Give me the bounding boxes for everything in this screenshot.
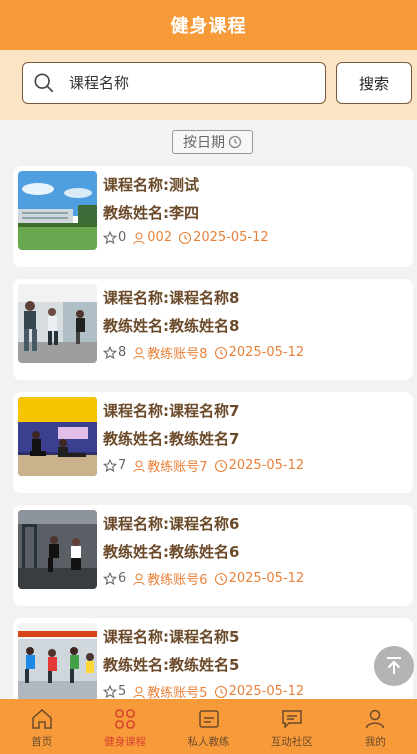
tab-courses[interactable]: 健身课程 <box>83 699 166 754</box>
course-meta: 0 002 2025-05-12 <box>103 230 269 245</box>
course-meta: 7 教练账号7 2025-05-12 <box>103 456 304 475</box>
coach-name: 教练姓名:教练姓名7 <box>103 430 240 448</box>
user-icon <box>366 709 385 729</box>
favorite-count: 7 <box>118 458 127 473</box>
course-card[interactable]: 课程名称:测试 教练姓名:李四 0 002 2025-05-12 <box>13 166 413 267</box>
user-icon <box>133 346 146 359</box>
course-thumbnail[interactable] <box>18 397 97 476</box>
coach-account: 教练账号8 <box>147 347 208 362</box>
favorite-count: 0 <box>118 230 127 245</box>
coach-name: 教练姓名:李四 <box>103 204 199 222</box>
bottom-tab-bar: 首页 健身课程 私人教练 互动社区 我的 <box>0 699 417 754</box>
user-icon <box>133 685 146 698</box>
star-icon <box>103 571 117 585</box>
clock-icon <box>214 459 227 472</box>
favorite-count: 5 <box>118 684 127 699</box>
course-date: 2025-05-12 <box>193 230 269 245</box>
coach-name: 教练姓名:教练姓名8 <box>103 317 240 335</box>
course-title: 课程名称:课程名称5 <box>103 628 240 646</box>
tab-label: 私人教练 <box>187 736 230 748</box>
back-to-top-button[interactable] <box>374 646 414 686</box>
course-date: 2025-05-12 <box>228 571 305 586</box>
coach-name: 教练姓名:教练姓名5 <box>103 656 240 674</box>
course-meta: 6 教练账号6 2025-05-12 <box>103 569 304 588</box>
course-date: 2025-05-12 <box>228 684 305 699</box>
clock-icon <box>228 135 242 149</box>
coach-account: 教练账号7 <box>147 460 208 475</box>
course-title: 课程名称:课程名称8 <box>103 289 240 307</box>
star-icon <box>103 684 117 698</box>
course-thumbnail[interactable] <box>18 171 97 250</box>
tab-label: 互动社区 <box>270 736 313 748</box>
coach-name: 教练姓名:教练姓名6 <box>103 543 240 561</box>
tab-label: 首页 <box>31 736 53 748</box>
coach-account: 002 <box>147 230 173 245</box>
course-title: 课程名称:课程名称6 <box>103 515 240 533</box>
course-card[interactable]: 课程名称:课程名称8 教练姓名:教练姓名8 8 教练账号8 2025-05-12 <box>13 279 413 380</box>
user-icon <box>133 572 146 585</box>
user-icon <box>133 459 146 472</box>
course-card[interactable]: 课程名称:课程名称6 教练姓名:教练姓名6 6 教练账号6 2025-05-12 <box>13 505 413 606</box>
search-input[interactable] <box>67 73 291 93</box>
course-date: 2025-05-12 <box>228 458 305 473</box>
sort-label: 按日期 <box>183 135 225 151</box>
page-title: 健身课程 <box>170 16 247 37</box>
clock-icon <box>214 685 227 698</box>
tab-community[interactable]: 互动社区 <box>250 699 333 754</box>
coach-account: 教练账号6 <box>147 573 208 588</box>
course-title: 课程名称:课程名称7 <box>103 402 240 420</box>
course-thumbnail[interactable] <box>18 284 97 363</box>
course-card[interactable]: 课程名称:课程名称7 教练姓名:教练姓名7 7 教练账号7 2025-05-12 <box>13 392 413 493</box>
sort-by-date-button[interactable]: 按日期 <box>172 130 253 154</box>
star-icon <box>103 230 117 244</box>
star-icon <box>103 458 117 472</box>
favorite-count: 6 <box>118 571 127 586</box>
search-field[interactable] <box>22 62 326 104</box>
favorite-count: 8 <box>118 345 127 360</box>
course-meta: 8 教练账号8 2025-05-12 <box>103 343 304 362</box>
clock-icon <box>179 231 192 244</box>
page-header: 健身课程 <box>0 0 417 50</box>
course-thumbnail[interactable] <box>18 623 97 702</box>
community-icon <box>282 710 302 729</box>
tab-trainers[interactable]: 私人教练 <box>167 699 250 754</box>
search-bar: 搜索 <box>0 50 417 120</box>
clock-icon <box>214 346 227 359</box>
course-thumbnail[interactable] <box>18 510 97 589</box>
home-icon <box>31 708 52 729</box>
course-date: 2025-05-12 <box>228 345 305 360</box>
trainer-icon <box>198 710 219 728</box>
user-icon <box>133 231 146 244</box>
tab-label: 健身课程 <box>104 736 147 748</box>
arrow-up-icon <box>387 657 401 674</box>
course-title: 课程名称:测试 <box>103 176 199 194</box>
tab-home[interactable]: 首页 <box>0 699 83 754</box>
search-button[interactable]: 搜索 <box>336 62 412 104</box>
course-icon <box>115 709 135 729</box>
tab-label: 我的 <box>364 736 386 748</box>
tab-profile[interactable]: 我的 <box>334 699 417 754</box>
search-icon <box>34 73 54 93</box>
star-icon <box>103 345 117 359</box>
clock-icon <box>214 572 227 585</box>
